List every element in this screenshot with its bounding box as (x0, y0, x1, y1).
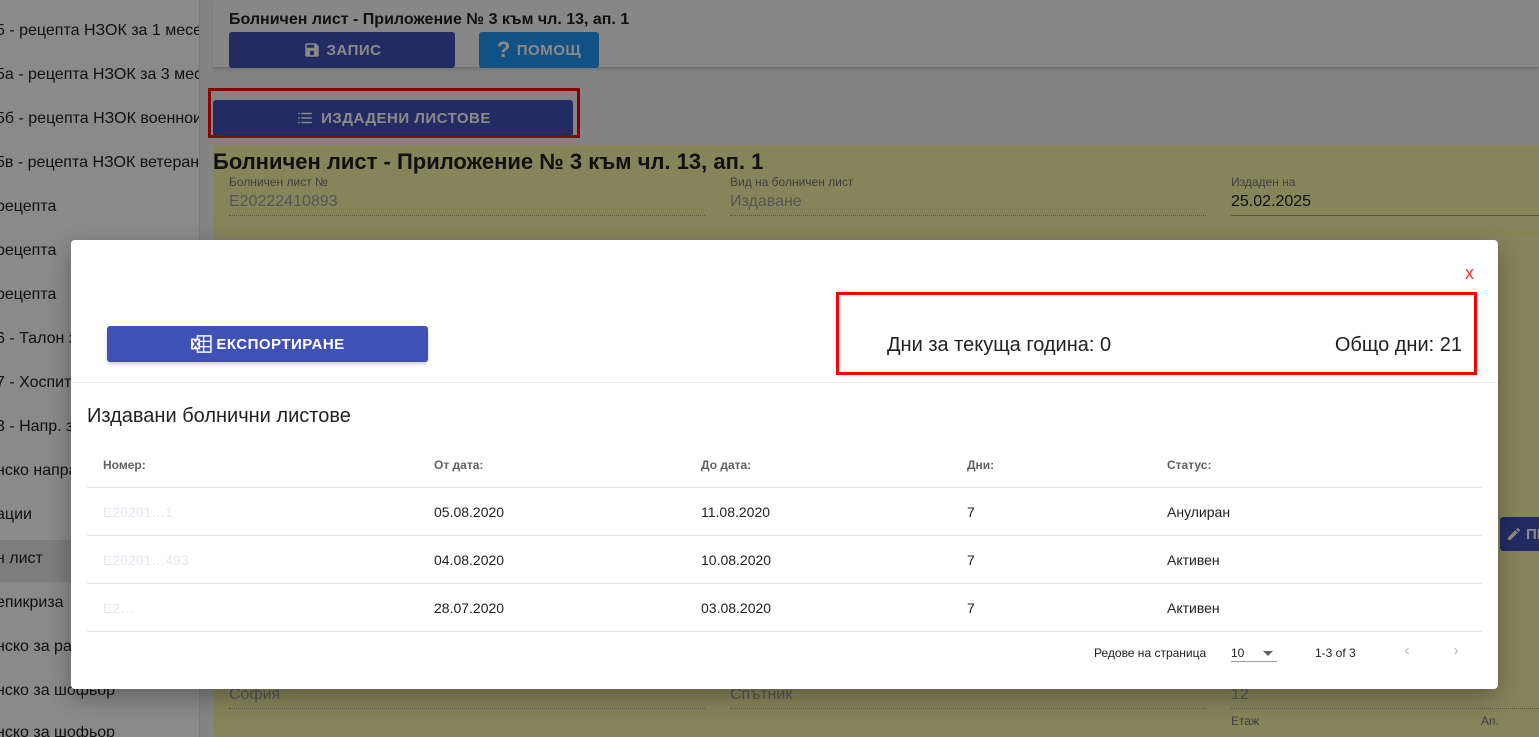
excel-icon (191, 335, 212, 353)
highlight-box-days (836, 292, 1477, 375)
cell-days: 7 (967, 600, 975, 616)
column-header-from[interactable]: От дата: (434, 458, 483, 472)
table-row[interactable]: E20201…493 04.08.2020 10.08.2020 7 Актив… (87, 536, 1482, 584)
cell-from: 04.08.2020 (434, 552, 505, 568)
table-row[interactable]: E20201…1 05.08.2020 11.08.2020 7 Анулира… (87, 488, 1482, 536)
dropdown-caret-icon (1263, 651, 1273, 656)
divider (71, 382, 1498, 383)
cell-days: 7 (967, 552, 975, 568)
table-title: Издавани болнични листове (87, 405, 351, 427)
chevron-right-icon (1454, 647, 1459, 655)
column-header-number[interactable]: Номер: (103, 458, 146, 472)
cell-status: Активен (1167, 600, 1220, 616)
rows-per-page-value: 10 (1231, 646, 1245, 660)
cell-days: 7 (967, 504, 975, 520)
rows-per-page-select[interactable]: 10 (1231, 638, 1277, 662)
close-button[interactable]: x (1465, 263, 1474, 284)
export-button-label: ЕКСПОРТИРАНЕ (216, 335, 345, 353)
column-header-days[interactable]: Дни: (967, 458, 994, 472)
table-row[interactable]: E2… 28.07.2020 03.08.2020 7 Активен (87, 584, 1482, 632)
issued-sheets-table: Номер: От дата: До дата: Дни: Статус: E2… (87, 445, 1482, 632)
rows-per-page-label: Редове на страница (1094, 646, 1207, 660)
cell-to: 10.08.2020 (701, 552, 772, 568)
cell-to: 11.08.2020 (701, 504, 771, 520)
next-page-button[interactable] (1442, 638, 1470, 666)
cell-from: 28.07.2020 (434, 600, 505, 616)
cell-status: Анулиран (1167, 504, 1231, 520)
export-button[interactable]: ЕКСПОРТИРАНЕ (107, 326, 428, 362)
cell-number: E20201…1 (103, 504, 174, 520)
cell-number: E20201…493 (103, 552, 189, 568)
previous-page-button[interactable] (1393, 638, 1421, 666)
cell-from: 05.08.2020 (434, 504, 505, 520)
column-header-to[interactable]: До дата: (701, 458, 751, 472)
table-pagination: Редове на страница 10 1-3 of 3 (71, 632, 1498, 672)
table-header: Номер: От дата: До дата: Дни: Статус: (87, 445, 1482, 488)
cell-number: E2… (103, 600, 135, 616)
cell-status: Активен (1167, 552, 1220, 568)
issued-sheets-dialog: x ЕКСПОРТИРАНЕ Дни за текуща година: 0 О… (71, 240, 1498, 689)
chevron-left-icon (1404, 647, 1409, 655)
page-range: 1-3 of 3 (1315, 646, 1356, 660)
cell-to: 03.08.2020 (701, 600, 772, 616)
column-header-status[interactable]: Статус: (1167, 458, 1211, 472)
